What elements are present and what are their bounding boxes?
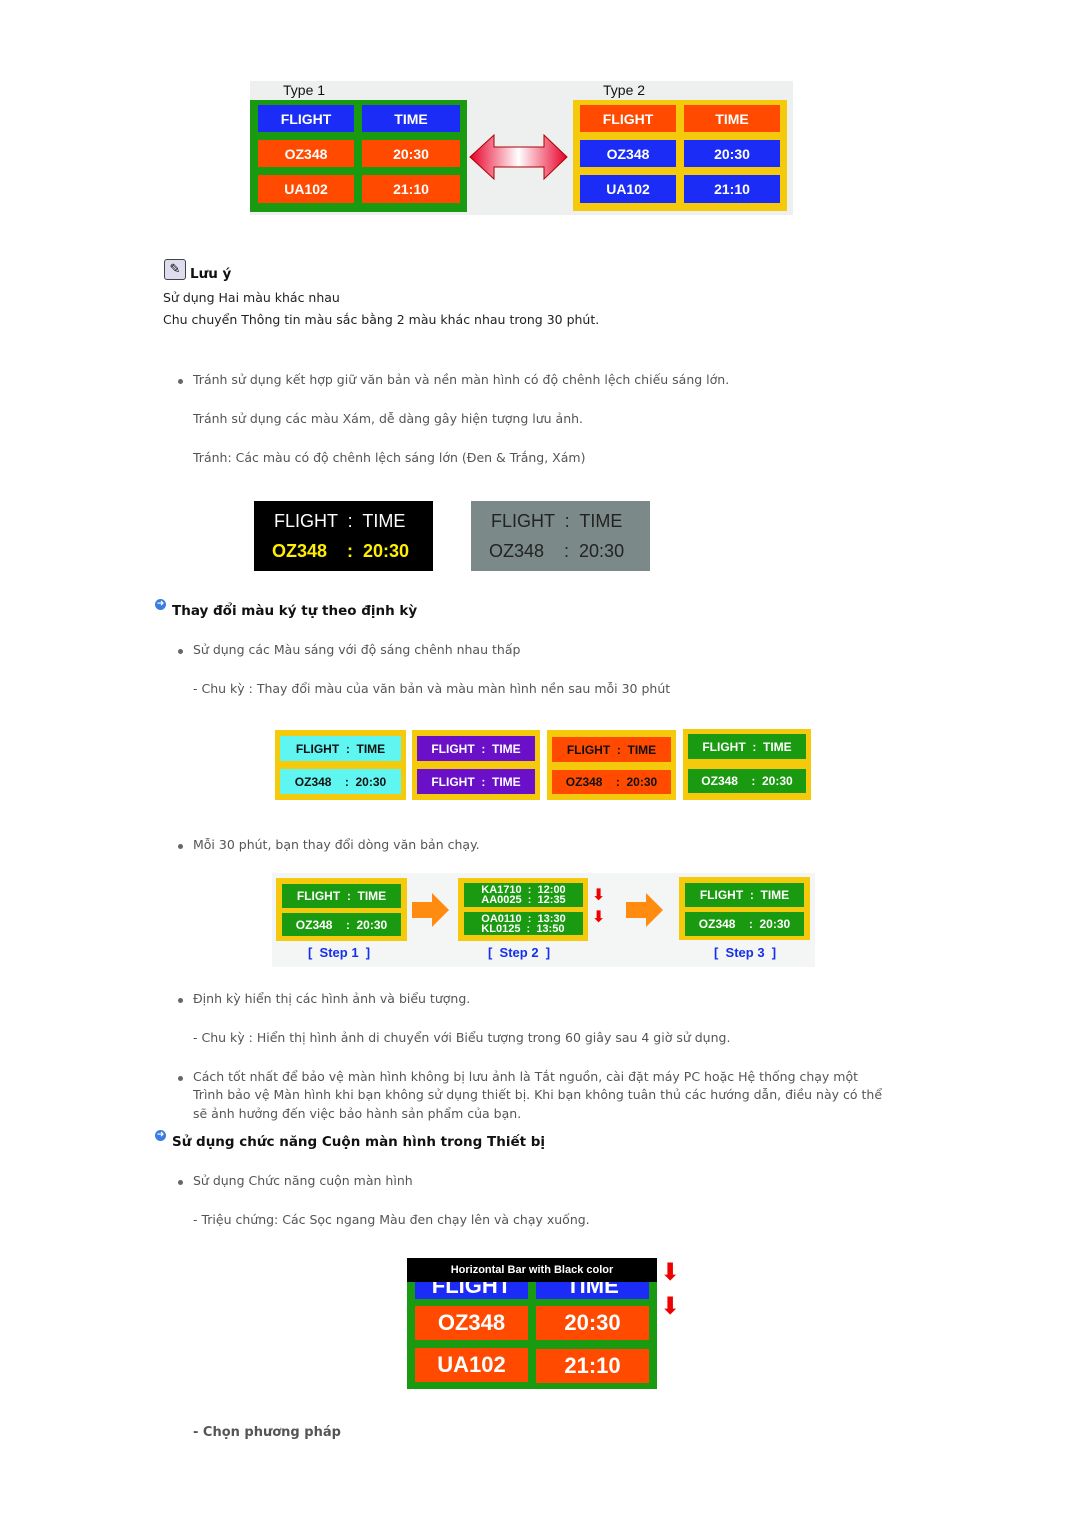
bullet-item: Sử dụng Chức năng cuộn màn hình <box>178 1173 413 1188</box>
bullet-item: Định kỳ hiển thị các hình ảnh và biểu tư… <box>177 991 471 1006</box>
example-line: OZ348 : 20:30 <box>272 541 410 561</box>
note-line: Chu chuyển Thông tin màu sắc bằng 2 màu … <box>163 312 600 327</box>
paragraph: sẽ ảnh hưởng đến việc bảo hành sản phẩm … <box>193 1106 522 1121</box>
cell: OZ348 : 20:30 <box>282 913 401 936</box>
right-arrow-icon <box>412 893 449 927</box>
cell: KA1710 : 12:00 AA0025 : 12:35 <box>464 883 583 907</box>
arrow-circle-icon: ➜ <box>155 599 166 610</box>
high-contrast-example: FLIGHT : TIME OZ348 : 20:30 <box>254 501 433 571</box>
type2-board: FLIGHT TIME OZ348 20:30 UA102 21:10 <box>573 100 787 211</box>
double-arrow-icon <box>469 133 568 181</box>
cell: UA102 <box>258 175 354 203</box>
paragraph: - Chu kỳ : Hiển thị hình ảnh di chuyển v… <box>193 1030 731 1045</box>
cell: 21:10 <box>362 175 460 203</box>
gray-example: FLIGHT : TIME OZ348 : 20:30 <box>471 501 650 571</box>
type-comparison-figure: Type 1 Type 2 FLIGHT TIME OZ348 20:30 UA… <box>250 81 793 215</box>
paragraph: - Chu kỳ : Thay đổi màu của văn bản và m… <box>193 681 671 696</box>
right-arrow-icon <box>626 893 663 927</box>
cell: OA0110 : 13:30 KL0125 : 13:50 <box>464 912 583 935</box>
document-page: Type 1 Type 2 FLIGHT TIME OZ348 20:30 UA… <box>0 0 1080 1527</box>
cell: 21:10 <box>684 175 780 203</box>
color-scheme-green: FLIGHT : TIME OZ348 : 20:30 <box>683 729 811 800</box>
cell: OZ348 : 20:30 <box>552 770 671 794</box>
step3-board: FLIGHT : TIME OZ348 : 20:30 <box>679 877 810 940</box>
cell: 20:30 <box>684 140 780 167</box>
cell: FLIGHT <box>258 105 354 132</box>
arrow-circle-icon: ➜ <box>155 1130 166 1141</box>
step-label: [ Step 2 ] <box>488 945 551 960</box>
note-line: Sử dụng Hai màu khác nhau <box>163 290 340 305</box>
type2-label: Type 2 <box>603 82 646 98</box>
down-arrow-icon: ⬇ <box>660 1258 681 1286</box>
type1-board: FLIGHT TIME OZ348 20:30 UA102 21:10 <box>250 100 467 212</box>
cell: FLIGHT : TIME <box>417 736 535 761</box>
down-arrow-icon: ⬇ <box>592 885 606 904</box>
cell: TIME <box>362 105 460 132</box>
section-title: Thay đổi màu ký tự theo định kỳ <box>172 603 418 619</box>
note-icon: ✎ <box>164 259 186 280</box>
color-scheme-purple: FLIGHT : TIME FLIGHT : TIME <box>412 730 540 800</box>
step-label: [ Step 3 ] <box>714 945 777 960</box>
cell: TIME <box>684 105 780 132</box>
type1-label: Type 1 <box>283 82 326 98</box>
down-arrow-icon: ⬇ <box>592 907 606 926</box>
cell: FLIGHT : TIME <box>417 769 535 794</box>
cell: FLIGHT : TIME <box>688 734 806 759</box>
horizontal-bar-figure: FLIGHT TIME OZ348 20:30 UA102 21:10 Hori… <box>407 1258 657 1389</box>
paragraph: Tránh sử dụng các màu Xám, dễ dàng gây h… <box>193 411 584 426</box>
step-label: [ Step 1 ] <box>308 945 371 960</box>
bullet-item: Tránh sử dụng kết hợp giữ văn bản và nền… <box>177 372 730 387</box>
example-line: FLIGHT : TIME <box>491 511 623 531</box>
cell: FLIGHT : TIME <box>552 737 671 762</box>
paragraph: Trình bảo vệ Màn hình khi bạn không sử d… <box>193 1087 883 1102</box>
cell: UA102 <box>580 175 676 203</box>
color-scheme-cyan: FLIGHT : TIME OZ348 : 20:30 <box>275 730 406 800</box>
cell: FLIGHT : TIME <box>282 884 401 908</box>
cell: 20:30 <box>362 140 460 167</box>
cell: 20:30 <box>536 1306 649 1340</box>
note-title: Lưu ý <box>190 266 232 282</box>
cell: FLIGHT : TIME <box>280 736 401 761</box>
cell: UA102 <box>415 1348 528 1382</box>
bullet-item: Cách tốt nhất để bảo vệ màn hình không b… <box>177 1069 859 1084</box>
cell: 21:10 <box>536 1349 649 1383</box>
cell: OZ348 : 20:30 <box>280 769 401 794</box>
method-heading: - Chọn phương pháp <box>193 1425 341 1440</box>
cell: OZ348 <box>580 140 676 167</box>
cell: OZ348 <box>415 1306 528 1340</box>
paragraph: - Triệu chứng: Các Sọc ngang Màu đen chạ… <box>193 1212 590 1227</box>
black-bar: Horizontal Bar with Black color <box>407 1258 657 1282</box>
example-line: FLIGHT : TIME <box>274 511 406 531</box>
cell: OZ348 : 20:30 <box>688 769 806 793</box>
section-title: Sử dụng chức năng Cuộn màn hình trong Th… <box>172 1134 546 1150</box>
cell: FLIGHT : TIME <box>685 883 804 907</box>
cell: OZ348 <box>258 140 354 167</box>
paragraph: Tránh: Các màu có độ chênh lệch sáng lớn… <box>193 450 586 465</box>
cell: OZ348 : 20:30 <box>685 912 804 936</box>
scrolling-steps-figure: FLIGHT : TIME OZ348 : 20:30 KA1710 : 12:… <box>272 873 815 967</box>
cell: FLIGHT <box>580 105 676 132</box>
color-scheme-orange: FLIGHT : TIME OZ348 : 20:30 <box>547 730 676 800</box>
step2-board: KA1710 : 12:00 AA0025 : 12:35 OA0110 : 1… <box>458 878 588 941</box>
example-line: OZ348 : 20:30 <box>489 541 625 561</box>
bullet-item: Sử dụng các Màu sáng với độ sáng chênh n… <box>177 642 521 657</box>
bullet-item: Mỗi 30 phút, bạn thay đổi dòng văn bản c… <box>178 837 480 852</box>
step1-board: FLIGHT : TIME OZ348 : 20:30 <box>276 878 407 941</box>
down-arrow-icon: ⬇ <box>660 1292 681 1320</box>
